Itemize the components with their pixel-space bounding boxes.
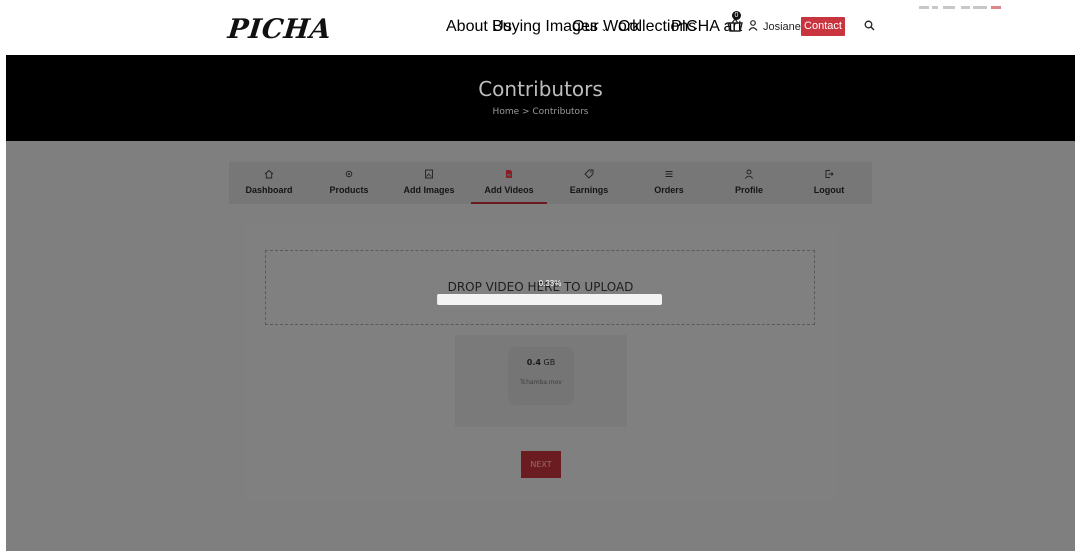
file-size-value: 0.4 — [526, 358, 541, 367]
tab-label: Orders — [654, 185, 684, 195]
tab-label: Add Images — [403, 185, 455, 195]
hero-banner: Contributors Home > Contributors — [6, 55, 1075, 141]
tab-products[interactable]: Products — [309, 162, 389, 204]
tab-label: Profile — [734, 185, 763, 195]
home-icon — [264, 169, 274, 179]
file-size: 0.4 GB — [508, 358, 574, 367]
list-icon — [665, 171, 673, 177]
site-header: PICHA About Us Buying Images ⌄ Our Work C… — [0, 0, 1081, 54]
file-thumbnail[interactable] — [508, 347, 574, 405]
tab-dashboard[interactable]: Dashboard — [229, 162, 309, 204]
page-title: Contributors — [478, 77, 603, 101]
language-flags[interactable] — [919, 6, 1004, 10]
file-name: Tchamba.mov — [520, 379, 562, 386]
image-icon — [425, 169, 433, 179]
contact-button[interactable]: Contact — [801, 17, 845, 36]
user-icon[interactable] — [748, 20, 758, 31]
tab-logout[interactable]: Logout — [789, 162, 869, 204]
upload-progress-bar — [437, 294, 662, 305]
tab-profile[interactable]: Profile — [709, 162, 789, 204]
gear-icon — [345, 170, 353, 178]
tab-label: Earnings — [569, 185, 609, 195]
upload-progress-fill — [437, 294, 438, 305]
tab-add-videos[interactable]: Add Videos — [469, 162, 549, 204]
logout-icon — [825, 170, 834, 178]
file-size-unit: GB — [543, 358, 556, 367]
page-margin-right — [1075, 141, 1081, 551]
cart-count-badge: 0 — [732, 11, 741, 20]
search-icon[interactable] — [864, 20, 875, 31]
video-file-icon — [506, 170, 512, 178]
picha-logo[interactable]: PICHA — [226, 14, 333, 45]
tab-label: Add Videos — [484, 185, 534, 195]
tab-label: Dashboard — [245, 185, 293, 195]
tab-label: Logout — [813, 185, 845, 195]
tab-label: Products — [329, 185, 369, 195]
user-icon — [744, 169, 754, 179]
active-tab-indicator — [471, 202, 547, 204]
breadcrumb[interactable]: Home > Contributors — [6, 107, 1075, 117]
tab-orders[interactable]: Orders — [629, 162, 709, 204]
upload-progress-percent: 0.33% — [538, 279, 562, 288]
user-name-link[interactable]: Josiane — [763, 19, 801, 35]
dashboard-tabs: Dashboard Products Add Images Add Videos… — [229, 162, 872, 204]
tab-add-images[interactable]: Add Images — [389, 162, 469, 204]
tag-icon — [584, 169, 594, 179]
tab-earnings[interactable]: Earnings — [549, 162, 629, 204]
next-button[interactable]: NEXT — [521, 451, 561, 478]
